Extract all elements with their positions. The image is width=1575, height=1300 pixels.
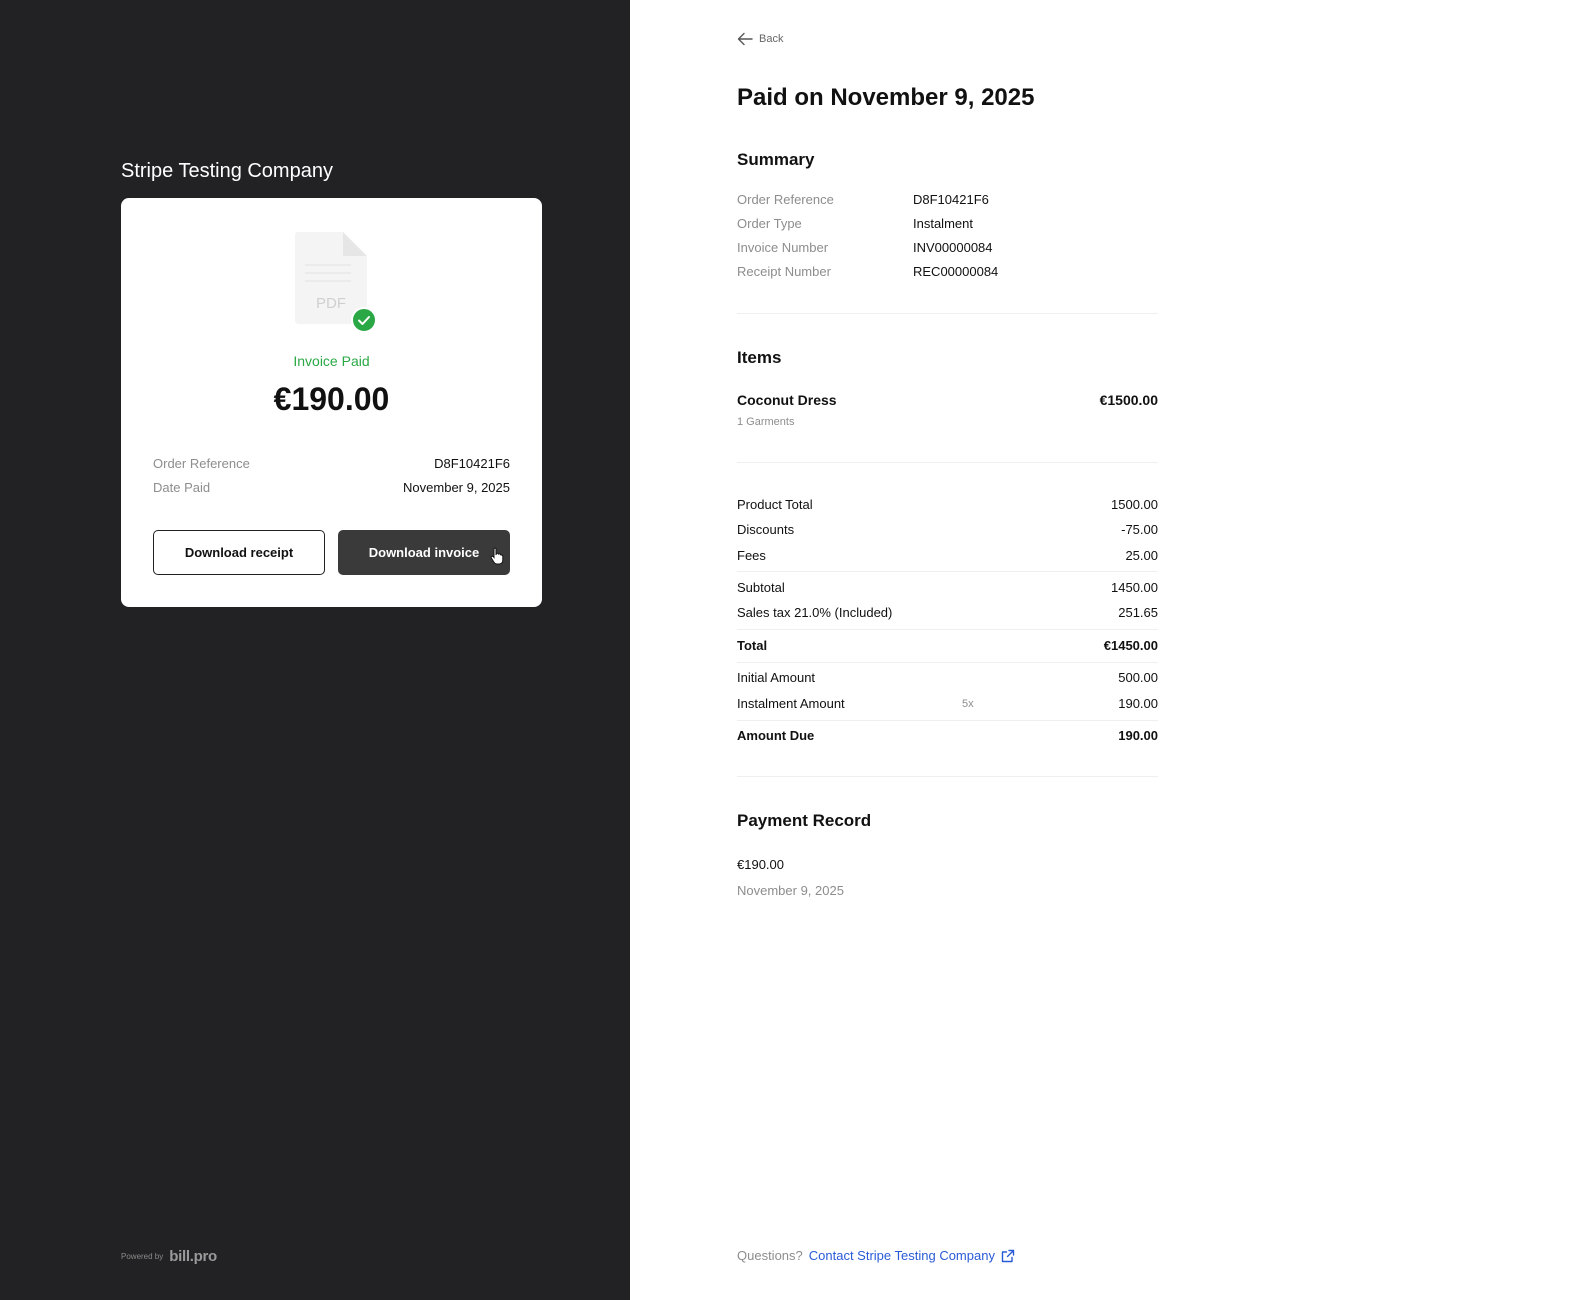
invoice-details: Back Paid on November 9, 2025 Summary Or… bbox=[737, 0, 1158, 1300]
totals-value: 190.00 bbox=[1118, 728, 1158, 743]
divider bbox=[737, 720, 1158, 721]
totals-value: 251.65 bbox=[1118, 605, 1158, 620]
item-name: Coconut Dress bbox=[737, 392, 837, 408]
invoice-status: Invoice Paid bbox=[293, 353, 370, 369]
summary-row-invoice-number: Invoice Number INV00000084 bbox=[737, 240, 1158, 255]
summary-row-order-reference: Order Reference D8F10421F6 bbox=[737, 192, 1158, 207]
totals-row-sales-tax: Sales tax 21.0% (Included) 251.65 bbox=[737, 605, 1158, 620]
summary-label: Order Reference bbox=[737, 192, 834, 207]
contact-company-link[interactable]: Contact Stripe Testing Company bbox=[809, 1248, 995, 1263]
totals-label: Total bbox=[737, 638, 768, 653]
totals-row-total: Total €1450.00 bbox=[737, 638, 1158, 653]
download-receipt-button[interactable]: Download receipt bbox=[153, 530, 325, 575]
totals-row-amount-due: Amount Due 190.00 bbox=[737, 728, 1158, 743]
external-link-icon[interactable] bbox=[1001, 1249, 1015, 1263]
back-button[interactable]: Back bbox=[737, 32, 783, 46]
summary-value: REC00000084 bbox=[913, 264, 999, 279]
totals-row-instalment-amount: Instalment Amount 190.00 bbox=[737, 696, 1158, 711]
instalment-multiplier: 5x bbox=[962, 698, 974, 710]
totals-value: -75.00 bbox=[1121, 522, 1158, 537]
card-row-label: Date Paid bbox=[153, 480, 211, 495]
divider bbox=[737, 662, 1158, 663]
totals-value: 190.00 bbox=[1118, 696, 1158, 711]
pdf-document-icon: PDF bbox=[293, 230, 383, 333]
divider bbox=[737, 313, 1158, 314]
download-invoice-button[interactable]: Download invoice bbox=[338, 530, 510, 575]
totals-label: Discounts bbox=[737, 522, 795, 537]
powered-by: Powered by bill.pro bbox=[121, 1248, 217, 1265]
card-row-order-reference: Order Reference D8F10421F6 bbox=[153, 456, 510, 471]
payment-amount: €190.00 bbox=[737, 857, 784, 872]
questions-label: Questions? bbox=[737, 1248, 803, 1263]
payment-card: PDF Invoice Paid €190.00 Order Reference… bbox=[121, 198, 542, 607]
paid-amount: €190.00 bbox=[273, 381, 390, 417]
summary-value: Instalment bbox=[913, 216, 973, 231]
totals-row-initial-amount: Initial Amount 500.00 bbox=[737, 670, 1158, 685]
card-row-date-paid: Date Paid November 9, 2025 bbox=[153, 480, 510, 495]
totals-label: Fees bbox=[737, 548, 766, 563]
summary-value: D8F10421F6 bbox=[913, 192, 989, 207]
totals-label: Product Total bbox=[737, 497, 813, 512]
totals-value: 25.00 bbox=[1125, 548, 1158, 563]
pdf-label: PDF bbox=[316, 295, 346, 312]
totals-value: 1500.00 bbox=[1111, 497, 1158, 512]
card-row-label: Order Reference bbox=[153, 456, 250, 471]
totals-row-product-total: Product Total 1500.00 bbox=[737, 497, 1158, 512]
arrow-left-icon bbox=[737, 32, 753, 46]
totals-value: 500.00 bbox=[1118, 670, 1158, 685]
totals-label: Amount Due bbox=[737, 728, 815, 743]
totals-label: Instalment Amount bbox=[737, 696, 845, 711]
totals-label: Sales tax 21.0% (Included) bbox=[737, 605, 893, 620]
back-label: Back bbox=[759, 33, 784, 45]
totals-label: Initial Amount bbox=[737, 670, 816, 685]
card-row-value: D8F10421F6 bbox=[434, 456, 510, 471]
totals-row-fees: Fees 25.00 bbox=[737, 548, 1158, 563]
totals-value: 1450.00 bbox=[1111, 580, 1158, 595]
summary-row-receipt-number: Receipt Number REC00000084 bbox=[737, 264, 1158, 279]
powered-by-label: Powered by bbox=[121, 1252, 164, 1261]
divider bbox=[737, 776, 1158, 777]
page-title: Paid on November 9, 2025 bbox=[737, 84, 1035, 111]
divider bbox=[737, 629, 1158, 630]
contact-footer: Questions? Contact Stripe Testing Compan… bbox=[737, 1248, 1015, 1263]
divider bbox=[737, 571, 1158, 572]
totals-value: €1450.00 bbox=[1103, 638, 1158, 653]
payment-record-heading: Payment Record bbox=[737, 811, 872, 830]
summary-value: INV00000084 bbox=[913, 240, 993, 255]
divider bbox=[737, 462, 1158, 463]
brand-logo: bill.pro bbox=[169, 1248, 217, 1265]
item-quantity: 1 Garments bbox=[737, 416, 795, 428]
item-price: €1500.00 bbox=[1099, 392, 1158, 408]
card-row-value: November 9, 2025 bbox=[403, 480, 510, 495]
totals-row-discounts: Discounts -75.00 bbox=[737, 522, 1158, 537]
check-icon bbox=[351, 307, 377, 333]
summary-heading: Summary bbox=[737, 150, 815, 169]
summary-label: Invoice Number bbox=[737, 240, 829, 255]
pointer-cursor-icon bbox=[490, 547, 504, 565]
left-panel: Stripe Testing Company PDF Invoice Paid … bbox=[0, 0, 630, 1300]
payment-date: November 9, 2025 bbox=[737, 883, 844, 898]
totals-label: Subtotal bbox=[737, 580, 785, 595]
summary-label: Receipt Number bbox=[737, 264, 831, 279]
summary-label: Order Type bbox=[737, 216, 802, 231]
items-heading: Items bbox=[737, 348, 782, 367]
summary-row-order-type: Order Type Instalment bbox=[737, 216, 1158, 231]
company-name: Stripe Testing Company bbox=[121, 160, 333, 182]
totals-row-subtotal: Subtotal 1450.00 bbox=[737, 580, 1158, 595]
